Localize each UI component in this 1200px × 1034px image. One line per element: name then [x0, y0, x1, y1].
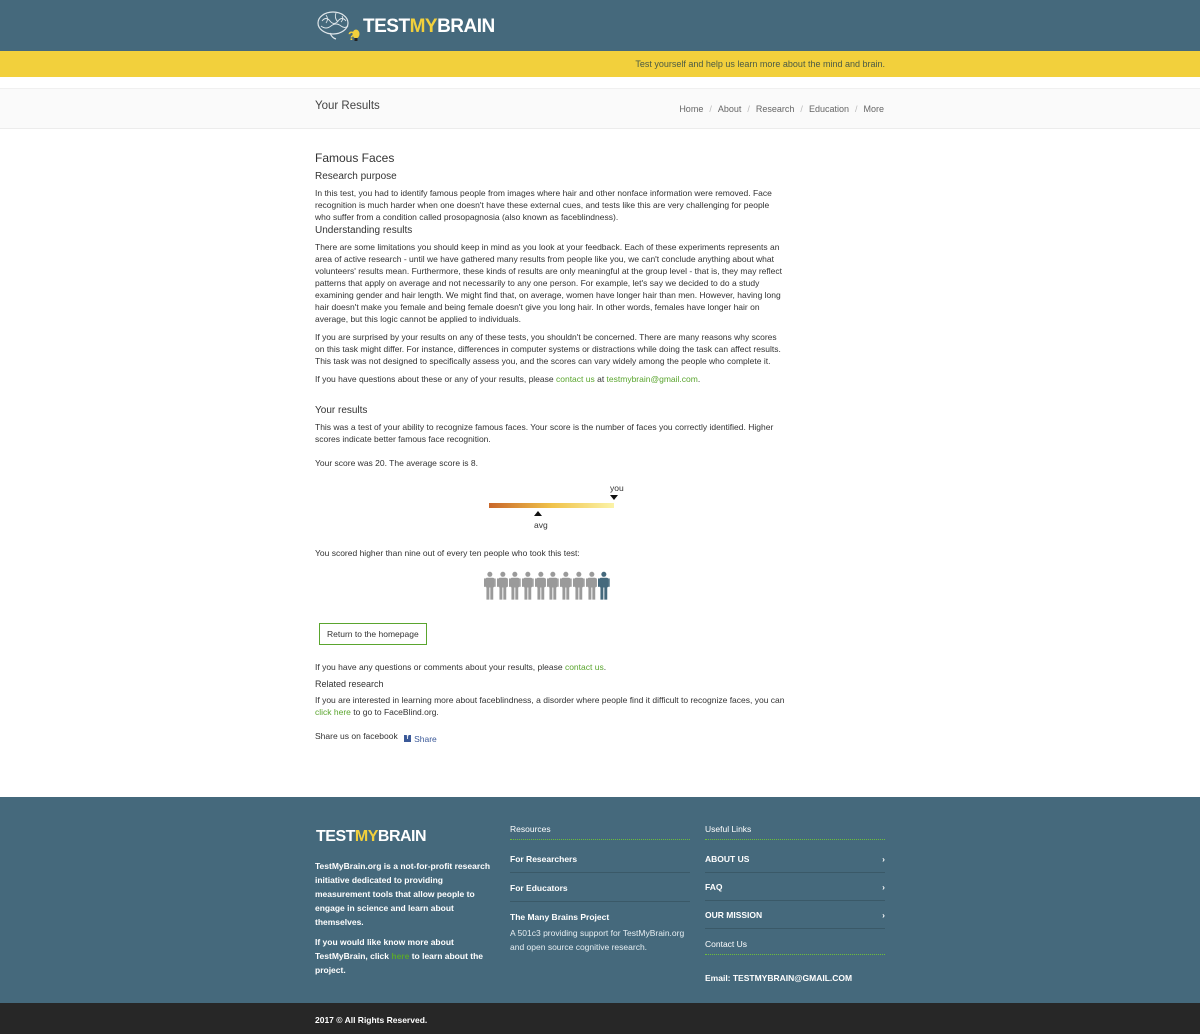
copyright-bar: 2017 © All Rights Reserved.: [0, 1003, 1200, 1034]
person-icon: [547, 571, 560, 600]
logo-text: TESTMYBRAIN: [363, 16, 495, 37]
top-header: ? TESTMYBRAIN: [0, 0, 1200, 51]
breadcrumb-research[interactable]: Research: [756, 104, 795, 114]
people-graphic: [315, 565, 785, 607]
facebook-icon: f: [404, 735, 412, 742]
breadcrumb-about[interactable]: About: [718, 104, 742, 114]
surprised-text: If you are surprised by your results on …: [315, 332, 781, 366]
related-heading: Related research: [315, 679, 384, 689]
comments-text: If you have any questions or comments ab…: [315, 662, 607, 672]
resources-heading: Resources: [510, 824, 690, 840]
footer: TESTMYBRAIN TestMyBrain.org is a not-for…: [0, 797, 1200, 1003]
person-icon: [509, 571, 522, 600]
for-researchers-link[interactable]: For Researchers: [510, 850, 690, 873]
brain-icon: ?: [317, 11, 360, 43]
footer-about-text: TestMyBrain.org is a not-for-profit rese…: [315, 861, 491, 927]
breadcrumb-separator: /: [800, 104, 803, 114]
facebook-share-button[interactable]: f Share: [404, 733, 437, 745]
test-title: Famous Faces: [315, 151, 395, 165]
contact-us-link-2[interactable]: contact us: [565, 662, 604, 672]
you-label: you: [610, 483, 624, 493]
footer-email: Email: TESTMYBRAIN@GMAIL.COM: [705, 973, 853, 983]
you-marker-icon: [610, 495, 618, 500]
score-scale: you avg: [315, 475, 785, 545]
email-link[interactable]: testmybrain@gmail.com: [607, 374, 698, 384]
copyright-text: 2017 © All Rights Reserved.: [315, 1015, 428, 1025]
share-label: Share us on facebook: [315, 731, 398, 741]
footer-useful-links: Useful Links ABOUT US › FAQ › OUR MISSION ›…: [705, 824, 885, 983]
footer-resources: Resources For Researchers For Educators …: [510, 824, 690, 954]
chevron-right-icon: ›: [882, 910, 885, 920]
related-text: If you are interested in learning more a…: [315, 695, 785, 717]
questions-text: If you have questions about these or any…: [315, 374, 701, 384]
person-icon: [534, 571, 547, 600]
people-row: [484, 571, 610, 600]
breadcrumb-home[interactable]: Home: [679, 104, 703, 114]
contact-us-link[interactable]: contact us: [556, 374, 595, 384]
avg-label: avg: [534, 520, 548, 530]
main-content: Famous Faces Research purpose In this te…: [315, 151, 785, 751]
breadcrumb: Home / About / Research / Education / Mo…: [679, 104, 884, 114]
title-strip: Your Results Home / About / Research / E…: [0, 88, 1200, 129]
share-row: Share us on facebook f Share: [315, 730, 785, 745]
contact-heading: Contact Us: [705, 939, 885, 955]
useful-links-heading: Useful Links: [705, 824, 885, 840]
footer-about: TestMyBrain.org is a not-for-profit rese…: [315, 859, 495, 983]
tagline: Test yourself and help us learn more abo…: [635, 59, 885, 69]
person-icon: [560, 571, 572, 600]
person-icon: [496, 571, 509, 600]
results-text: This was a test of your ability to recog…: [315, 422, 774, 444]
breadcrumb-more[interactable]: More: [863, 104, 884, 114]
footer-here-link[interactable]: here: [391, 951, 409, 961]
person-you-icon: [598, 571, 610, 600]
avg-marker-icon: [534, 511, 542, 516]
understanding-text: There are some limitations you should ke…: [315, 242, 782, 324]
person-icon: [572, 571, 585, 600]
comparison-text: You scored higher than nine out of every…: [315, 548, 580, 558]
our-mission-link[interactable]: OUR MISSION ›: [705, 906, 885, 929]
faq-link[interactable]: FAQ ›: [705, 878, 885, 901]
for-educators-link[interactable]: For Educators: [510, 879, 690, 902]
person-icon: [484, 571, 496, 600]
tagline-bar: Test yourself and help us learn more abo…: [0, 51, 1200, 77]
chevron-right-icon: ›: [882, 854, 885, 864]
person-icon: [585, 571, 598, 600]
chevron-right-icon: ›: [882, 882, 885, 892]
breadcrumb-education[interactable]: Education: [809, 104, 849, 114]
many-brains-desc: A 501c3 providing support for TestMyBrai…: [510, 928, 685, 952]
faceblind-link[interactable]: click here: [315, 707, 351, 717]
return-home-button[interactable]: Return to the homepage: [319, 623, 427, 645]
purpose-text: In this test, you had to identify famous…: [315, 188, 772, 222]
footer-more-text: If you would like know more about TestMy…: [315, 937, 484, 975]
score-text: Your score was 20. The average score is …: [315, 458, 479, 468]
purpose-heading: Research purpose: [315, 171, 397, 182]
page-title: Your Results: [315, 100, 380, 112]
person-icon: [522, 571, 534, 600]
many-brains-title[interactable]: The Many Brains Project: [510, 908, 690, 926]
about-us-link[interactable]: ABOUT US ›: [705, 850, 885, 873]
breadcrumb-separator: /: [709, 104, 712, 114]
site-logo[interactable]: ? TESTMYBRAIN: [316, 9, 495, 45]
results-heading: Your results: [315, 405, 368, 416]
breadcrumb-separator: /: [854, 104, 858, 114]
footer-logo[interactable]: TESTMYBRAIN: [316, 828, 427, 846]
score-gradient-bar: [489, 503, 614, 508]
breadcrumb-separator: /: [747, 104, 750, 114]
understanding-heading: Understanding results: [315, 225, 413, 236]
